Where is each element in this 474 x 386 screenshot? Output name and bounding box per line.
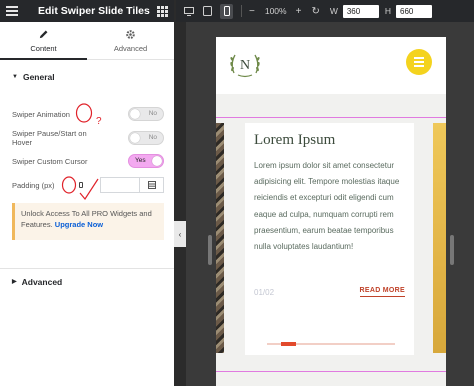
padding-input[interactable]	[100, 177, 140, 193]
read-more-link[interactable]: READ MORE	[359, 287, 405, 297]
control-swiper-animation: Swiper Animation No	[12, 106, 164, 122]
swiper-progress-fill	[281, 342, 297, 346]
tab-content-label: Content	[30, 43, 57, 53]
slide-image-previous	[216, 123, 224, 353]
height-field: H 660	[379, 4, 432, 18]
hamburger-menu-icon[interactable]	[6, 6, 18, 16]
caret-down-icon: ▼	[12, 74, 18, 80]
panel-title: Edit Swiper Slide Tiles	[38, 5, 150, 17]
widgets-grid-icon[interactable]	[157, 5, 168, 17]
zoom-level: 100%	[264, 6, 287, 16]
mobile-icon[interactable]	[220, 3, 233, 19]
desktop-icon[interactable]	[182, 4, 195, 19]
mobile-menu-button[interactable]	[406, 49, 432, 75]
unit-db-icon	[147, 181, 156, 189]
panel-tabs: Content Advanced	[0, 22, 174, 60]
resize-handle-right[interactable]	[450, 235, 454, 265]
width-label: W	[329, 6, 338, 16]
height-label: H	[384, 6, 391, 16]
responsive-mobile-icon[interactable]	[79, 182, 83, 188]
section-boundary	[216, 371, 446, 372]
section-advanced-header[interactable]: ▶ Advanced	[0, 268, 174, 294]
slide-footer: 01/02 READ MORE	[254, 287, 405, 297]
logo-letter: N	[240, 58, 250, 73]
section-advanced-label: Advanced	[21, 276, 63, 287]
toggle-state: Yes	[135, 157, 146, 164]
padding-unit-button[interactable]	[140, 177, 164, 193]
laurel-logo-icon[interactable]: N	[228, 47, 262, 81]
section-general-header[interactable]: ▼ General	[0, 64, 174, 90]
width-input[interactable]: 360	[342, 4, 379, 18]
responsive-toolbar: − 100% + ↻ W 360 H 660	[176, 0, 474, 22]
mobile-preview-frame: N Lorem Ipsum Lorem ipsum dolor sit amet…	[216, 37, 446, 386]
reset-icon[interactable]: ↻	[311, 6, 319, 17]
editor-panel: Edit Swiper Slide Tiles Content Advanced…	[0, 0, 174, 386]
tablet-icon[interactable]	[201, 4, 214, 19]
swiper-progress-bar[interactable]	[267, 342, 395, 346]
padding-label: Padding (px)	[12, 180, 55, 190]
zoom-out-icon[interactable]: −	[249, 6, 255, 17]
section-boundary	[216, 117, 446, 118]
gear-icon	[125, 29, 136, 41]
custom-cursor-toggle[interactable]: Yes	[128, 154, 164, 168]
swiper-animation-toggle[interactable]: No	[128, 107, 164, 121]
height-input[interactable]: 660	[396, 4, 432, 18]
collapse-panel-button[interactable]: ‹	[174, 221, 186, 247]
swiper-slider-section: Lorem Ipsum Lorem ipsum dolor sit amet c…	[216, 94, 446, 386]
toggle-state: No	[148, 134, 157, 141]
slide-counter: 01/02	[254, 287, 275, 297]
width-field: W 360	[324, 4, 379, 18]
slide-title: Lorem Ipsum	[254, 132, 336, 148]
site-header: N	[216, 37, 446, 94]
custom-cursor-label: Swiper Custom Cursor	[12, 156, 88, 166]
slide-card: Lorem Ipsum Lorem ipsum dolor sit amet c…	[245, 123, 414, 355]
control-pause-start: Swiper Pause/Start on Hover No	[12, 129, 164, 147]
pause-start-label: Swiper Pause/Start on Hover	[12, 129, 87, 147]
pause-start-toggle[interactable]: No	[128, 131, 164, 145]
section-general-label: General	[22, 72, 55, 82]
zoom-in-icon[interactable]: +	[296, 6, 302, 17]
tab-content[interactable]: Content	[0, 22, 87, 60]
chevron-left-icon: ‹	[178, 229, 182, 239]
toggle-state: No	[148, 110, 157, 117]
panel-header: Edit Swiper Slide Tiles	[0, 0, 174, 22]
pro-upgrade-notice: Unlock Access To All PRO Widgets and Fea…	[12, 203, 164, 240]
tab-advanced-label: Advanced	[113, 43, 148, 53]
tab-advanced[interactable]: Advanced	[87, 22, 174, 59]
resize-handle-left[interactable]	[208, 235, 212, 265]
slide-image-next	[433, 123, 446, 353]
swiper-animation-label: Swiper Animation	[12, 109, 70, 119]
caret-right-icon: ▶	[12, 279, 17, 285]
pencil-icon	[38, 29, 49, 41]
control-custom-cursor: Swiper Custom Cursor Yes	[12, 153, 164, 169]
slide-body: Lorem ipsum dolor sit amet consectetur a…	[254, 161, 400, 252]
upgrade-now-link[interactable]: Upgrade Now	[55, 220, 103, 229]
